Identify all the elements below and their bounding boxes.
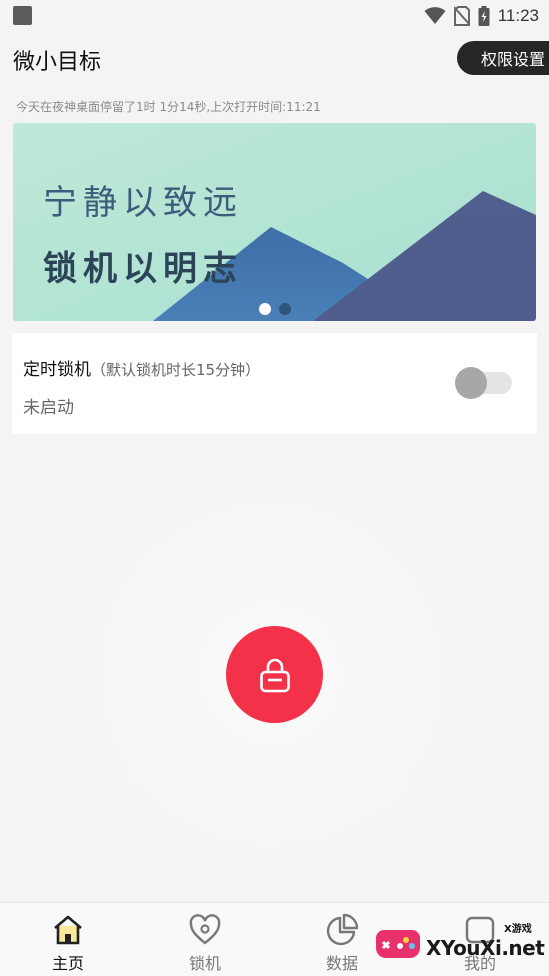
padlock-icon bbox=[259, 658, 290, 692]
heart-lock-icon bbox=[189, 914, 221, 945]
watermark-small-text: X游戏 bbox=[504, 924, 532, 935]
home-icon bbox=[54, 915, 82, 945]
status-icons: 11:23 bbox=[424, 3, 539, 29]
timed-lock-card: 定时锁机（默认锁机时长15分钟） 未启动 bbox=[12, 333, 537, 434]
toggle-thumb[interactable] bbox=[455, 367, 487, 399]
battery-charging-icon bbox=[478, 6, 490, 26]
game-controller-logo-icon bbox=[376, 930, 420, 958]
watermark-text: XYouXi.net bbox=[426, 936, 545, 960]
timed-lock-status: 未启动 bbox=[23, 398, 74, 418]
timed-lock-title: 定时锁机 bbox=[23, 360, 91, 380]
app-notification-icon bbox=[13, 6, 32, 25]
timed-lock-title-row: 定时锁机（默认锁机时长15分钟） bbox=[23, 355, 260, 380]
carousel-dot-active[interactable] bbox=[259, 303, 271, 315]
nav-label-data: 数据 bbox=[325, 954, 358, 973]
nav-item-lock[interactable]: 锁机 bbox=[155, 903, 255, 976]
site-watermark: X游戏 XYouXi.net bbox=[376, 918, 546, 968]
carousel-indicator bbox=[259, 303, 291, 315]
permission-settings-button[interactable]: 权限设置 bbox=[457, 41, 549, 75]
banner-text-line1: 宁静以致远 bbox=[43, 183, 243, 223]
banner-carousel[interactable]: 宁静以致远 锁机以明志 bbox=[13, 123, 536, 321]
wifi-icon bbox=[424, 7, 446, 24]
pie-chart-icon bbox=[326, 913, 359, 946]
lock-now-button[interactable] bbox=[226, 626, 323, 723]
usage-info-text: 今天在夜神桌面停留了1时 1分14秒,上次打开时间:11:21 bbox=[16, 100, 321, 114]
nav-label-home: 主页 bbox=[51, 954, 84, 973]
header: 微小目标 权限设置 bbox=[0, 38, 549, 82]
status-time: 11:23 bbox=[497, 6, 539, 25]
nav-label-lock: 锁机 bbox=[188, 954, 221, 973]
status-bar: 11:23 bbox=[0, 0, 549, 32]
banner-text-line2: 锁机以明志 bbox=[43, 249, 243, 289]
carousel-dot[interactable] bbox=[279, 303, 291, 315]
no-sim-icon bbox=[453, 6, 470, 26]
page-title: 微小目标 bbox=[13, 50, 102, 75]
nav-item-home[interactable]: 主页 bbox=[18, 903, 118, 976]
timed-lock-note: （默认锁机时长15分钟） bbox=[91, 361, 261, 379]
